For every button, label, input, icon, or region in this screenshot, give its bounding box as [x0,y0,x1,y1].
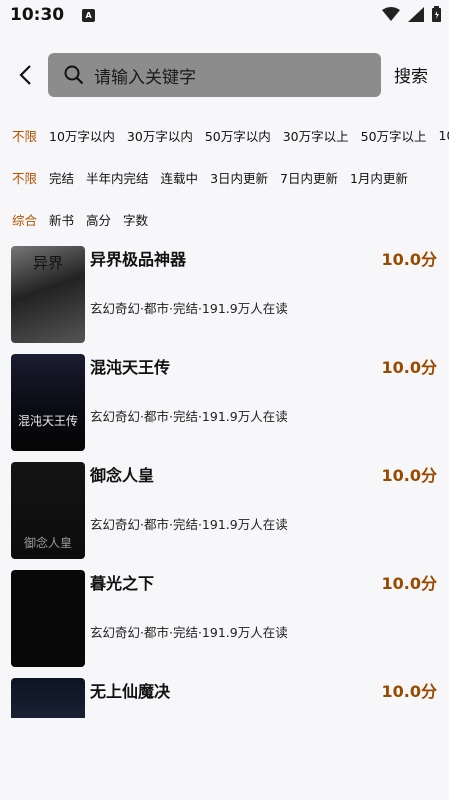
filter-option[interactable]: 50万字以上 [361,126,427,145]
book-meta: 玄幻奇幻·都市·完结·191.9万人在读 [90,625,288,640]
filter-option[interactable]: 30万字以内 [127,126,193,145]
book-item[interactable]: 御念人皇 御念人皇 玄幻奇幻·都市·完结·191.9万人在读 10.0分 [0,454,449,559]
book-cover: 异界 [11,246,85,343]
book-score: 10.0分 [381,250,437,269]
filter-option[interactable]: 不限 [12,126,37,145]
sort-filter: 综合 新书 高分 字数 [12,208,449,230]
book-title: 御念人皇 [90,466,155,485]
book-cover [11,570,85,667]
search-header: 请输入关键字 搜索 [0,50,449,100]
sort-option[interactable]: 高分 [86,210,111,229]
filter-option[interactable]: 完结 [49,168,74,187]
filter-option[interactable]: 10万字以内 [49,126,115,145]
book-score: 10.0分 [381,358,437,377]
book-title: 异界极品神器 [90,250,187,269]
search-placeholder: 请输入关键字 [94,67,196,88]
book-title: 无上仙魔决 [90,682,171,701]
chevron-left-icon [19,65,31,85]
sort-option[interactable]: 新书 [49,210,74,229]
filter-option[interactable]: 30万字以上 [283,126,349,145]
status-filter: 不限 完结 半年内完结 连载中 3日内更新 7日内更新 1月内更新 [12,166,449,188]
signal-icon [408,6,424,22]
book-score: 10.0分 [381,682,437,701]
book-title: 混沌天王传 [90,358,171,377]
book-score: 10.0分 [381,574,437,593]
book-meta: 玄幻奇幻·都市·完结·191.9万人在读 [90,517,288,532]
book-item[interactable]: 混沌天王传 混沌天王传 玄幻奇幻·都市·完结·191.9万人在读 10.0分 [0,346,449,451]
book-item[interactable]: 异界 异界极品神器 玄幻奇幻·都市·完结·191.9万人在读 10.0分 [0,238,449,343]
book-score: 10.0分 [381,466,437,485]
filter-option[interactable]: 10 [439,128,449,143]
filter-option[interactable]: 半年内完结 [86,168,149,187]
filter-option[interactable]: 7日内更新 [280,168,338,187]
cover-title: 异界 [32,254,63,272]
sort-option[interactable]: 综合 [12,210,37,229]
wifi-icon [382,6,400,21]
status-icons [382,6,441,22]
book-cover: 混沌天王传 [11,354,85,451]
cover-title: 混沌天王传 [17,414,78,428]
list-clip [0,718,449,800]
book-meta: 玄幻奇幻·都市·完结·191.9万人在读 [90,301,288,316]
book-item[interactable]: 暮光之下 玄幻奇幻·都市·完结·191.9万人在读 10.0分 [0,562,449,667]
filter-option[interactable]: 50万字以内 [205,126,271,145]
search-icon [64,65,84,85]
cover-title: 御念人皇 [23,536,72,550]
sort-option[interactable]: 字数 [123,210,148,229]
filter-option[interactable]: 不限 [12,168,37,187]
filter-option[interactable]: 3日内更新 [210,168,268,187]
filter-option[interactable]: 1月内更新 [350,168,408,187]
status-bar: 10:30 A [0,0,449,30]
search-button[interactable]: 搜索 [394,62,428,87]
book-title: 暮光之下 [90,574,155,593]
back-button[interactable] [12,62,38,88]
book-meta: 玄幻奇幻·都市·完结·191.9万人在读 [90,409,288,424]
word-count-filter: 不限 10万字以内 30万字以内 50万字以内 30万字以上 50万字以上 10 [12,124,449,146]
notification-icon: A [82,8,96,22]
filter-option[interactable]: 连载中 [161,168,199,187]
status-time: 10:30 [10,5,65,25]
search-input[interactable]: 请输入关键字 [48,53,381,97]
book-cover: 御念人皇 [11,462,85,559]
battery-icon [432,6,441,22]
